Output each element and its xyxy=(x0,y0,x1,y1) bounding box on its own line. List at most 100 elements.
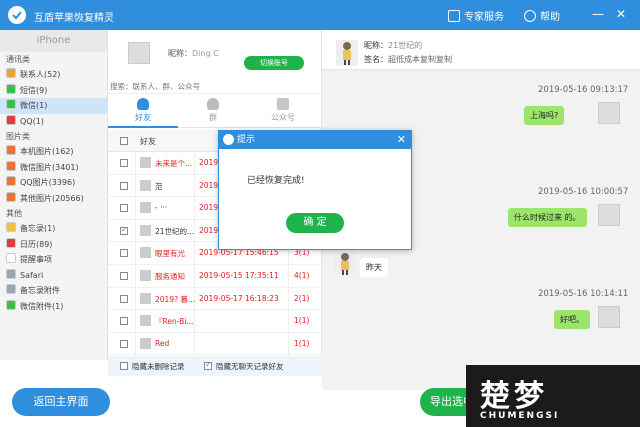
dialog-close-button[interactable]: ✕ xyxy=(397,131,406,149)
friend-name: 范 xyxy=(155,181,163,191)
tab-official-accounts[interactable]: 公众号 xyxy=(248,94,318,128)
sidebar-item-label: QQ(1) xyxy=(20,116,44,126)
hide-deleted-checkbox[interactable] xyxy=(120,362,128,370)
group-icon xyxy=(207,98,219,110)
row-checkbox[interactable] xyxy=(120,317,128,326)
sidebar-item[interactable]: 微信图片(3401) xyxy=(0,160,107,176)
expert-service-button[interactable]: 专家服务 xyxy=(448,8,504,23)
sidebar-item[interactable]: Safari xyxy=(0,268,107,284)
category-icon xyxy=(6,253,16,263)
hide-no-chat-label: 隐藏无聊天记录好友 xyxy=(216,362,284,371)
sidebar-item[interactable]: 其他图片(20566) xyxy=(0,191,107,207)
sidebar: iPhone 通讯类 联系人(52) 短信(9) 微信(1) QQ(1) 图片类 本机图片(… xyxy=(0,30,108,360)
sidebar-item-label: 备忘录(1) xyxy=(20,224,56,233)
switch-account-button[interactable]: 切换账号 xyxy=(244,56,304,70)
minimize-button[interactable]: — xyxy=(592,7,604,21)
sidebar-item-label: 本机图片(162) xyxy=(20,147,74,156)
friend-name: 『Ren-Bi... xyxy=(155,317,194,327)
row-checkbox[interactable] xyxy=(120,249,128,258)
sidebar-item[interactable]: 短信(9) xyxy=(0,83,107,99)
category-icon xyxy=(6,284,16,294)
tab-groups[interactable]: 群 xyxy=(178,94,248,128)
message-count: 1(1) xyxy=(294,338,310,348)
sidebar-item-label: 微信(1) xyxy=(20,101,48,110)
sidebar-item[interactable]: 备忘录附件 xyxy=(0,283,107,299)
row-checkbox[interactable] xyxy=(120,204,128,213)
message-bubble: 昨天 xyxy=(360,258,388,277)
friend-name: 21世纪的... xyxy=(155,226,195,236)
message-time: 2019-05-16 10:00:57 xyxy=(538,187,629,197)
row-checkbox[interactable] xyxy=(120,339,128,348)
row-checkbox[interactable] xyxy=(120,181,128,190)
help-button[interactable]: 帮助 xyxy=(524,8,560,23)
account-avatar xyxy=(128,42,150,64)
sidebar-list: 通讯类 联系人(52) 短信(9) 微信(1) QQ(1) 图片类 本机图片(162) 微信图… xyxy=(0,52,107,314)
search-input[interactable]: 搜索：联系人、群、公众号 xyxy=(108,80,322,94)
friend-avatar xyxy=(140,224,151,236)
friend-avatar xyxy=(140,315,151,327)
friend-name: Red xyxy=(155,338,170,348)
category-icon xyxy=(6,299,16,310)
select-all-checkbox[interactable] xyxy=(120,137,128,145)
sidebar-item[interactable]: QQ(1) xyxy=(0,114,107,130)
row-checkbox[interactable] xyxy=(120,159,128,167)
row-checkbox[interactable] xyxy=(120,294,128,303)
table-row[interactable]: 2019? 暮... 2019-05-17 16:18:23 2(1) xyxy=(108,288,322,311)
friend-name: 眼里有光 xyxy=(155,249,185,259)
category-icon xyxy=(6,114,16,125)
last-message-time: 2019-05-17 16:18:23 xyxy=(199,293,279,303)
app-logo-icon xyxy=(223,134,234,145)
sidebar-item-label: 提醒事项 xyxy=(20,255,52,264)
app-title: 互盾苹果恢复精灵 xyxy=(34,13,114,24)
column-header-friend: 好友 xyxy=(140,137,156,146)
contact-signature: 签名：超低成本复制复制 xyxy=(364,55,452,64)
app-logo-icon xyxy=(8,6,26,24)
back-to-main-button[interactable]: 返回主界面 xyxy=(12,388,110,416)
official-account-icon xyxy=(277,98,289,110)
device-title: iPhone xyxy=(0,30,107,52)
category-icon xyxy=(6,99,16,109)
friend-name: 服务通知 xyxy=(155,272,185,281)
sidebar-category: 其他 xyxy=(6,209,22,218)
category-icon xyxy=(6,160,16,171)
friend-name: - ··· xyxy=(155,203,168,213)
friend-avatar xyxy=(140,337,151,349)
sidebar-item[interactable]: 提醒事项 xyxy=(0,252,107,268)
notice-dialog: 提示 ✕ 已经恢复完成! 确 定 xyxy=(218,130,412,250)
friend-avatar xyxy=(140,270,151,281)
chat-header: 昵称：21世纪的 签名：超低成本复制复制 xyxy=(322,30,640,70)
table-row[interactable]: Red 1(1) xyxy=(108,333,322,356)
sidebar-category: 通讯类 xyxy=(6,55,30,64)
row-checkbox[interactable] xyxy=(120,225,128,235)
category-tabs: 好友 群 公众号 xyxy=(108,94,322,128)
help-label: 帮助 xyxy=(540,12,560,23)
sidebar-item[interactable]: 微信(1) xyxy=(0,98,107,114)
message-count: 2(1) xyxy=(294,293,310,303)
tab-friends[interactable]: 好友 xyxy=(108,94,178,128)
row-checkbox[interactable] xyxy=(120,272,128,280)
last-message-time: 2019-05-15 17:35:11 xyxy=(199,271,279,280)
watermark-logo: 楚梦 CHUMENGSI xyxy=(466,365,640,427)
table-row[interactable]: 服务通知 2019-05-15 17:35:11 4(1) xyxy=(108,265,322,288)
sidebar-item[interactable]: 联系人(52) xyxy=(0,67,107,83)
sidebar-item[interactable]: QQ图片(3396) xyxy=(0,175,107,191)
my-avatar xyxy=(598,306,620,328)
dialog-header: 提示 ✕ xyxy=(219,131,411,149)
category-icon xyxy=(6,222,16,232)
sidebar-item-label: 微信附件(1) xyxy=(20,301,64,311)
sidebar-item[interactable]: 日历(89) xyxy=(0,237,107,253)
close-window-button[interactable]: ✕ xyxy=(616,7,626,21)
sidebar-item-label: 其他图片(20566) xyxy=(20,193,84,203)
sidebar-item[interactable]: 备忘录(1) xyxy=(0,221,107,237)
hide-deleted-label: 隐藏未删除记录 xyxy=(132,362,185,371)
hide-no-chat-checkbox[interactable] xyxy=(204,360,212,370)
confirm-button[interactable]: 确 定 xyxy=(286,213,344,233)
sidebar-item[interactable]: 本机图片(162) xyxy=(0,144,107,160)
message-count: 4(1) xyxy=(294,271,310,280)
message-bubble: 上海吗? xyxy=(524,106,565,125)
sidebar-item[interactable]: 微信附件(1) xyxy=(0,299,107,315)
message-time: 2019-05-16 10:14:11 xyxy=(538,289,629,299)
dialog-title: 提示 xyxy=(237,135,256,145)
my-avatar xyxy=(598,102,620,124)
table-row[interactable]: 『Ren-Bi... 1(1) xyxy=(108,310,322,333)
